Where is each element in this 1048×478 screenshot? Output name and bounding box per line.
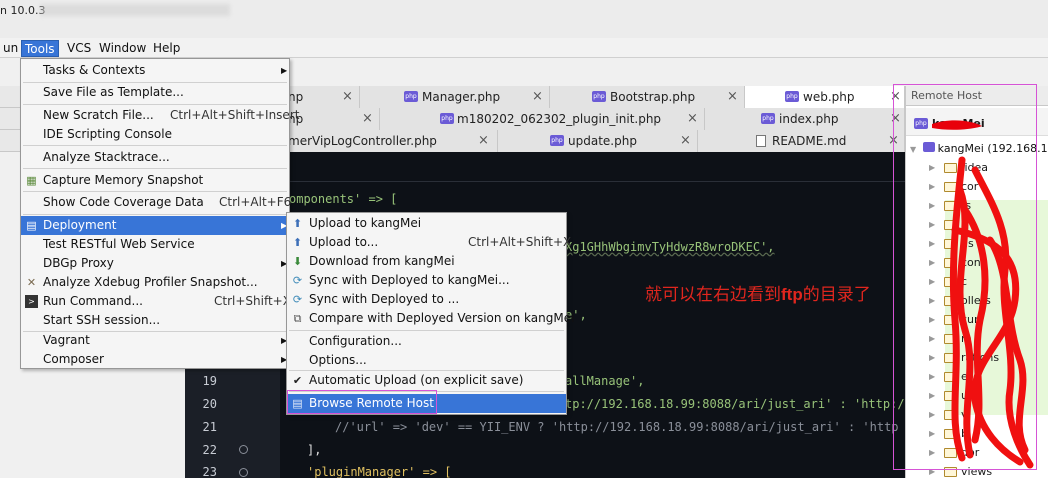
menu-item-test-restful[interactable]: Test RESTful Web Service	[21, 235, 289, 254]
menu-item-dbgp-proxy[interactable]: DBGp Proxy ▶	[21, 254, 289, 273]
editor-breadcrumb-bar	[185, 152, 905, 182]
memory-snapshot-icon: ▦	[26, 174, 37, 187]
menu-run[interactable]: un	[0, 40, 21, 57]
download-icon: ⬇	[292, 255, 303, 268]
menu-item-start-ssh[interactable]: Start SSH session...	[21, 311, 289, 330]
menu-item-sync-to[interactable]: ⟳ Sync with Deployed to ...	[287, 290, 566, 309]
menu-separator	[23, 168, 287, 169]
menu-vcs[interactable]: VCS	[64, 40, 94, 57]
tab-manager[interactable]: php Manager.php ×	[360, 86, 550, 108]
highlight-box-browse-remote	[287, 390, 437, 414]
menu-item-compare-deployed[interactable]: ⧉ Compare with Deployed Version on kangMe…	[287, 309, 575, 328]
menu-item-analyze-stacktrace[interactable]: Analyze Stacktrace...	[21, 148, 289, 167]
tab-bootstrap[interactable]: php Bootstrap.php ×	[550, 86, 745, 108]
highlight-box-remote-panel	[893, 84, 1037, 470]
menu-item-ide-scripting[interactable]: IDE Scripting Console	[21, 125, 289, 144]
tab-index[interactable]: php index.php ×	[705, 108, 905, 130]
line-number: 20	[202, 397, 217, 411]
menu-item-save-as-template[interactable]: Save File as Template...	[21, 83, 289, 102]
submenu-arrow-icon: ▶	[281, 66, 288, 75]
tab-web[interactable]: php web.php ×	[745, 86, 905, 108]
menu-window[interactable]: Window	[96, 40, 149, 57]
menu-separator	[23, 214, 287, 215]
line-number: 23	[202, 465, 217, 478]
php-file-icon: php	[761, 113, 775, 124]
php-file-icon: php	[404, 91, 418, 102]
php-file-icon: php	[440, 113, 454, 124]
tab-viplog-controller[interactable]: merVipLogController.php ×	[280, 130, 498, 152]
code-line-23: 'pluginManager' => [	[307, 465, 452, 478]
tab-np-1[interactable]: np ×	[280, 86, 360, 108]
line-number: 19	[202, 374, 217, 388]
menu-item-deployment[interactable]: ▤ Deployment ▶	[21, 216, 289, 235]
fold-marker-icon[interactable]	[239, 468, 248, 477]
tab-readme[interactable]: README.md ×	[698, 130, 905, 152]
upload-icon: ⬆	[292, 236, 303, 249]
menu-item-tasks-contexts[interactable]: Tasks & Contexts ▶	[21, 61, 289, 80]
close-icon[interactable]: ×	[362, 108, 373, 130]
tab-update[interactable]: php update.php ×	[498, 130, 698, 152]
close-icon[interactable]: ×	[687, 108, 698, 130]
title-bar: n 10.0.3	[0, 0, 1048, 38]
code-fragment: omponents' => [	[289, 192, 398, 206]
code-fragment: Xg1GHhWbgimvTyHdwzR8wroDKEC',	[565, 240, 775, 254]
menu-item-new-scratch[interactable]: New Scratch File... Ctrl+Alt+Shift+Insert	[21, 106, 299, 125]
sync-icon: ⟳	[292, 274, 303, 287]
menu-separator	[289, 330, 564, 331]
upload-icon: ⬆	[292, 217, 303, 230]
menu-item-code-coverage[interactable]: Show Code Coverage Data Ctrl+Alt+F6	[21, 193, 291, 212]
markdown-file-icon	[756, 135, 766, 147]
menu-item-configuration[interactable]: Configuration...	[287, 332, 566, 351]
close-icon[interactable]: ×	[727, 86, 738, 108]
menu-item-upload-kangmei[interactable]: ⬆ Upload to kangMei	[287, 214, 566, 233]
menu-bar: un Tools VCS Window Help	[0, 38, 1048, 58]
tab-m180202[interactable]: php m180202_062302_plugin_init.php ×	[380, 108, 705, 130]
close-icon[interactable]: ×	[532, 86, 543, 108]
menu-item-options[interactable]: Options...	[287, 351, 566, 370]
annotation-text: 就可以在右边看到ftp的目录了	[645, 285, 871, 305]
menu-item-vagrant[interactable]: Vagrant ▶	[21, 331, 289, 350]
menu-separator	[23, 191, 287, 192]
menu-item-run-command[interactable]: > Run Command... Ctrl+Shift+X	[21, 292, 291, 311]
sync-icon: ⟳	[292, 293, 303, 306]
menu-separator	[23, 104, 287, 105]
menu-separator	[23, 145, 287, 146]
close-icon[interactable]: ×	[478, 130, 489, 152]
menu-item-sync-kangmei[interactable]: ⟳ Sync with Deployed to kangMei...	[287, 271, 566, 290]
php-file-icon: php	[550, 135, 564, 146]
deployment-submenu: ⬆ Upload to kangMei ⬆ Upload to... Ctrl+Alt…	[286, 212, 575, 415]
menu-tools[interactable]: Tools	[21, 40, 59, 57]
code-line-20: tp://192.168.18.99:8088/ari/just_ari' : …	[565, 397, 905, 411]
window-title: n 10.0.3	[0, 4, 46, 17]
deployment-icon: ▤	[26, 219, 37, 232]
terminal-icon: >	[25, 295, 38, 308]
xdebug-icon: ✕	[26, 276, 37, 289]
menu-item-automatic-upload[interactable]: ✔ Automatic Upload (on explicit save)	[287, 371, 566, 390]
blurred-title	[40, 4, 230, 16]
menu-item-upload-to[interactable]: ⬆ Upload to... Ctrl+Alt+Shift+X	[287, 233, 571, 252]
code-fragment: allManage',	[565, 374, 645, 388]
menu-item-composer[interactable]: Composer ▶	[21, 350, 289, 369]
tools-menu: Tasks & Contexts ▶ Save File as Template.…	[20, 58, 299, 369]
line-number: 21	[202, 420, 217, 434]
compare-icon: ⧉	[293, 312, 302, 325]
php-file-icon: php	[592, 91, 606, 102]
line-number: 22	[202, 443, 217, 457]
fold-marker-icon[interactable]	[239, 445, 248, 454]
code-line-21: //'url' => 'dev' == YII_ENV ? 'http://19…	[335, 420, 899, 434]
code-line-22: ],	[307, 443, 322, 457]
close-icon[interactable]: ×	[342, 86, 353, 108]
menu-item-download-kangmei[interactable]: ⬇ Download from kangMei	[287, 252, 566, 271]
menu-item-capture-memory[interactable]: ▦ Capture Memory Snapshot	[21, 171, 289, 190]
checkmark-icon: ✔	[292, 374, 303, 387]
menu-help[interactable]: Help	[150, 40, 183, 57]
close-icon[interactable]: ×	[680, 130, 691, 152]
menu-item-xdebug-profiler[interactable]: ✕ Analyze Xdebug Profiler Snapshot...	[21, 273, 289, 292]
php-file-icon: php	[785, 91, 799, 102]
